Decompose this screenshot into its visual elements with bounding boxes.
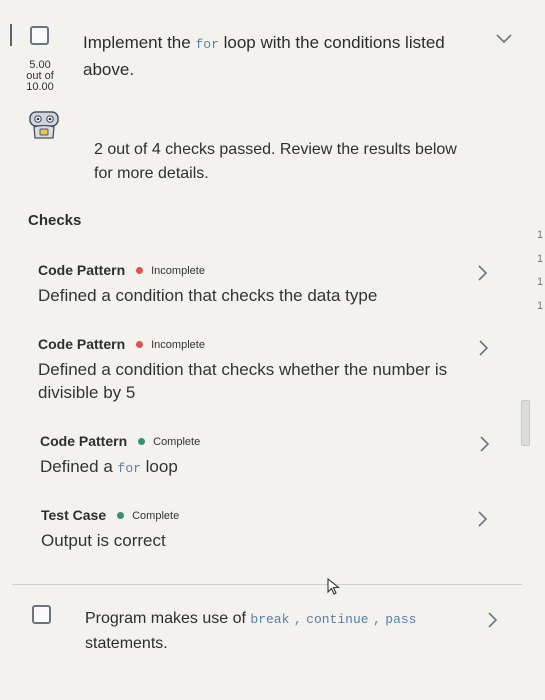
task-title-code: for [195,37,219,52]
chevron-down-icon[interactable] [496,34,512,44]
robot-icon [26,110,62,140]
score-max: 10.00 [26,81,54,93]
check-description: Defined a condition that checks whether … [38,360,448,402]
status-dot [136,340,144,348]
check-row[interactable]: Code Pattern Incomplete Defined a conditi… [38,336,473,404]
task-title-code-continue: continue [306,612,369,627]
task-title[interactable]: Implement the for loop with the conditio… [83,30,463,82]
task-title-code-break: break [250,612,290,627]
check-type: Code Pattern [40,433,128,449]
status-dot [117,511,125,519]
check-status: Complete [132,509,180,522]
check-status: Complete [153,435,201,448]
check-type: Test Case [41,507,107,523]
task-title[interactable]: Program makes use of break , continue , … [85,607,485,656]
task-title-pre: Implement the [83,33,191,52]
task-checkbox[interactable] [30,26,49,45]
check-description: Defined a for loop [40,455,470,480]
checks-heading: Checks [28,212,82,229]
task-title-sep: , [373,612,381,627]
side-number: 1 [537,229,544,241]
task-checkbox[interactable] [32,605,51,624]
check-status: Incomplete [151,338,205,351]
check-desc-pre: Defined a [40,457,113,476]
check-row[interactable]: Code Pattern Incomplete Defined a conditi… [38,262,468,307]
check-status: Incomplete [151,264,205,277]
chevron-right-icon[interactable] [479,340,489,356]
section-divider [12,584,522,585]
check-description: Output is correct [41,531,166,550]
chevron-right-icon[interactable] [480,436,490,452]
check-type: Code Pattern [38,262,126,278]
chevron-right-icon[interactable] [478,265,488,281]
task-title-code-pass: pass [385,612,417,627]
task-title-sep: , [293,612,302,627]
scrollbar-thumb[interactable] [521,400,530,446]
check-desc-post: loop [145,457,178,476]
chevron-right-icon[interactable] [478,511,488,527]
task-title-pre: Program makes use of [85,610,246,627]
side-number: 1 [537,253,544,265]
chevron-right-icon[interactable] [488,612,498,628]
check-description: Defined a condition that checks the data… [38,286,378,305]
check-row[interactable]: Test Case Complete Output is correct [41,507,471,552]
status-dot [138,437,146,445]
status-dot [136,266,144,274]
check-row[interactable]: Code Pattern Complete Defined a for loop [40,433,470,480]
side-number: 1 [537,276,544,288]
task-score: 5.00 out of 10.00 [16,60,64,93]
side-number: 1 [537,300,544,312]
task-title-post: statements. [85,635,168,652]
task-rail-marker [10,24,12,46]
check-desc-code: for [117,461,141,476]
mouse-pointer-icon [327,577,341,601]
check-summary: 2 out of 4 checks passed. Review the res… [94,141,457,182]
check-type: Code Pattern [38,336,126,352]
